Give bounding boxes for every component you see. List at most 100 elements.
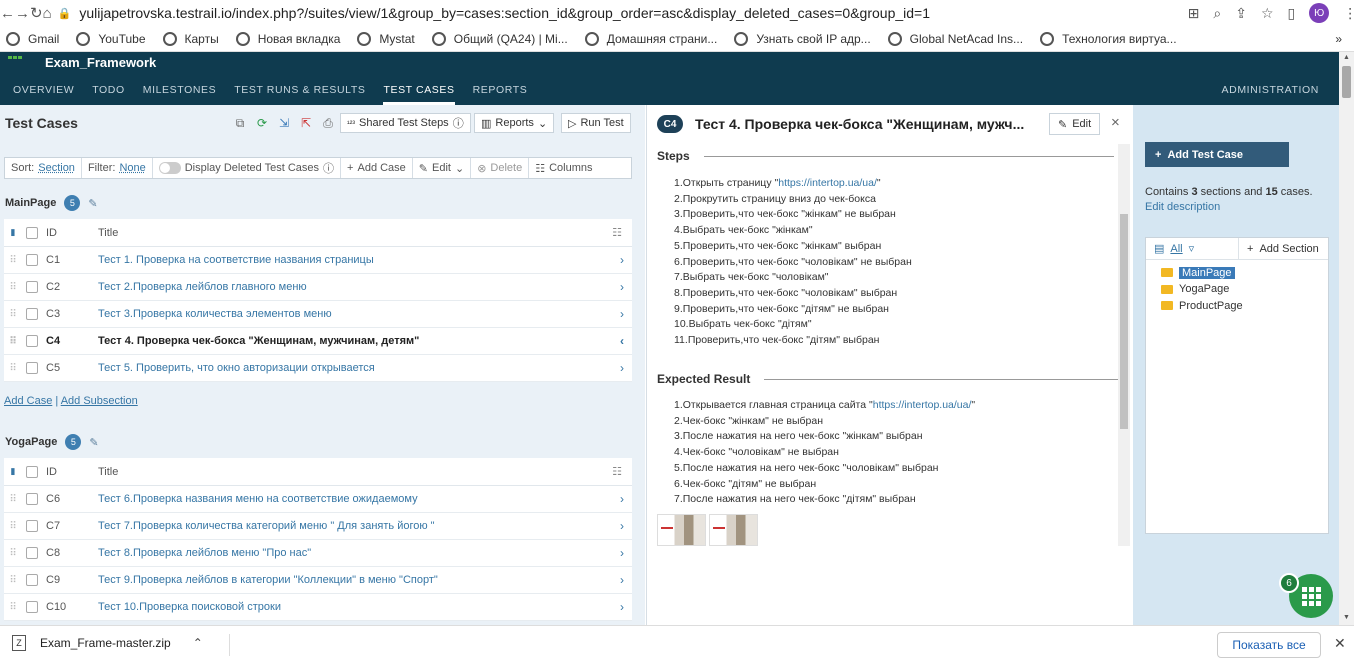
export-icon[interactable]: ⇱ [298, 115, 314, 131]
row-checkbox[interactable] [26, 362, 38, 374]
chevron-right-icon[interactable]: › [620, 253, 624, 267]
reload-icon[interactable]: ↻ [30, 4, 43, 22]
drag-handle-icon[interactable]: ⠿ [4, 336, 22, 347]
table-row[interactable]: ⠿ C2 Тест 2.Проверка лейблов главного меню… [4, 274, 632, 301]
chevron-right-icon[interactable]: › [620, 307, 624, 321]
scroll-up-icon[interactable]: ▲ [1343, 54, 1350, 61]
print-icon[interactable]: ⎙ [320, 115, 336, 131]
drag-handle-icon[interactable]: ⠿ [4, 521, 22, 532]
filter-value[interactable]: None [119, 162, 145, 174]
chevron-right-icon[interactable]: › [620, 600, 624, 614]
case-title-link[interactable]: Тест 2.Проверка лейблов главного меню [98, 281, 632, 293]
drag-handle-icon[interactable]: ⠿ [4, 255, 22, 266]
row-checkbox[interactable] [26, 520, 38, 532]
table-row[interactable]: ⠿ C10 Тест 10.Проверка поисковой строки › [4, 594, 632, 621]
expected-url-link[interactable]: https://intertop.ua/ua/ [873, 399, 972, 411]
drag-handle-icon[interactable]: ⠿ [4, 575, 22, 586]
bookmark-new-tab[interactable]: Новая вкладка [235, 31, 340, 46]
add-case-link[interactable]: Add Case [4, 395, 52, 407]
chevron-up-icon[interactable]: ⌃ [193, 636, 203, 650]
download-file-name[interactable]: Exam_Frame-master.zip [40, 636, 171, 650]
table-row[interactable]: ⠿ C6 Тест 6.Проверка названия меню на соот… [4, 486, 632, 513]
table-row[interactable]: ⠿ C5 Тест 5. Проверить, что окно авторизац… [4, 355, 632, 382]
bookmark-mystat[interactable]: Mystat [357, 31, 415, 46]
columns-config-icon[interactable]: ☷ [612, 465, 622, 478]
reports-button[interactable]: ▥ Reports ⌄ [474, 113, 555, 133]
forward-icon[interactable]: → [15, 5, 30, 22]
bookmark-virtualization[interactable]: Технология виртуа... [1040, 31, 1177, 46]
row-checkbox[interactable] [26, 335, 38, 347]
tree-node-productpage[interactable]: ProductPage [1146, 298, 1328, 314]
table-row[interactable]: ⠿ C1 Тест 1. Проверка на соответствие назв… [4, 247, 632, 274]
edit-description-link[interactable]: Edit description [1145, 201, 1220, 213]
bookmark-maps[interactable]: Карты [162, 31, 219, 46]
case-title-link[interactable]: Тест 10.Проверка поисковой строки [98, 601, 632, 613]
sync-icon[interactable]: ⟳ [254, 115, 270, 131]
case-title-link[interactable]: Тест 1. Проверка на соответствие названи… [98, 254, 632, 266]
address-bar[interactable]: 🔒 yulijapetrovska.testrail.io/index.php?… [58, 2, 1178, 24]
drag-handle-icon[interactable]: ⠿ [4, 363, 22, 374]
table-row[interactable]: ⠿ C3 Тест 3.Проверка количества элементов … [4, 301, 632, 328]
deleted-toggle[interactable] [158, 162, 181, 174]
back-icon[interactable]: ← [0, 5, 15, 22]
tab-overview[interactable]: OVERVIEW [13, 81, 74, 105]
edit-case-button[interactable]: ✎ Edit [1049, 113, 1101, 135]
row-checkbox[interactable] [26, 601, 38, 613]
row-checkbox[interactable] [26, 574, 38, 586]
scroll-down-icon[interactable]: ▼ [1343, 614, 1350, 621]
column-id-header[interactable]: ID [46, 466, 98, 478]
drag-handle-icon[interactable]: ⠿ [4, 494, 22, 505]
bookmark-teams[interactable]: Общий (QA24) | Mi... [431, 31, 568, 46]
sidebar-icon[interactable]: ▯ [1288, 5, 1296, 22]
star-icon[interactable]: ☆ [1261, 5, 1274, 22]
case-title-link[interactable]: Тест 9.Проверка лейблов в категории "Кол… [98, 574, 632, 586]
drag-handle-icon[interactable]: ⠿ [4, 602, 22, 613]
bookmark-netacad[interactable]: Global NetAcad Ins... [887, 31, 1023, 46]
bookmark-ip[interactable]: Узнать свой IP адр... [734, 31, 871, 46]
tab-test-cases[interactable]: TEST CASES [383, 81, 455, 105]
attachment-thumbnail[interactable] [657, 514, 706, 546]
tree-filter-all[interactable]: ▤ All ▿ [1146, 238, 1239, 259]
more-bookmarks-icon[interactable]: » [1335, 32, 1342, 46]
add-subsection-link[interactable]: Add Subsection [61, 395, 138, 407]
import-icon[interactable]: ⇲ [276, 115, 292, 131]
detail-scrollbar[interactable] [1118, 144, 1130, 546]
edit-button[interactable]: ✎ Edit ⌄ [413, 158, 472, 178]
case-title-link[interactable]: Тест 3.Проверка количества элементов мен… [98, 308, 632, 320]
select-all-checkbox[interactable] [26, 465, 38, 478]
drag-handle-icon[interactable]: ⠿ [4, 309, 22, 320]
show-all-downloads-button[interactable]: Показать все [1217, 632, 1321, 658]
chevron-right-icon[interactable]: › [620, 519, 624, 533]
filter-control[interactable]: Filter: None [82, 158, 153, 178]
tab-reports[interactable]: REPORTS [473, 81, 528, 105]
translate-icon[interactable]: ⊞ [1188, 5, 1200, 22]
deleted-toggle-control[interactable]: Display Deleted Test Cases ⓘ [153, 158, 342, 178]
column-title-header[interactable]: Title [98, 227, 118, 239]
row-checkbox[interactable] [26, 254, 38, 266]
close-icon[interactable]: × [1111, 114, 1120, 131]
add-test-case-button[interactable]: + Add Test Case [1145, 142, 1289, 167]
table-row[interactable]: ⠿ C9 Тест 9.Проверка лейблов в категории "… [4, 567, 632, 594]
row-checkbox[interactable] [26, 493, 38, 505]
profile-avatar[interactable]: Ю [1309, 3, 1330, 23]
step-url-link[interactable]: https://intertop.ua/ua/ [778, 177, 877, 189]
page-scrollbar-thumb[interactable] [1342, 66, 1351, 98]
table-row[interactable]: ⠿ C7 Тест 7.Проверка количества категорий … [4, 513, 632, 540]
attachment-thumbnail[interactable] [709, 514, 758, 546]
column-title-header[interactable]: Title [98, 466, 118, 478]
add-case-button[interactable]: + Add Case [341, 158, 413, 178]
row-checkbox[interactable] [26, 281, 38, 293]
close-icon[interactable]: ✕ [1334, 635, 1346, 652]
table-row[interactable]: ⠿ C8 Тест 8.Проверка лейблов меню "Про нас… [4, 540, 632, 567]
chevron-left-icon[interactable]: ‹ [620, 334, 624, 348]
chevron-right-icon[interactable]: › [620, 280, 624, 294]
table-row-selected[interactable]: ⠿ C4 Тест 4. Проверка чек-бокса "Женщинам,… [4, 328, 632, 355]
drag-handle-icon[interactable]: ⠿ [4, 282, 22, 293]
bookmark-youtube[interactable]: YouTube [76, 31, 146, 46]
select-all-handle-icon[interactable]: ▮ [4, 227, 22, 238]
delete-button[interactable]: ⊗ Delete [471, 158, 530, 178]
chevron-right-icon[interactable]: › [620, 492, 624, 506]
column-id-header[interactable]: ID [46, 227, 98, 239]
share-icon[interactable]: ⇪ [1235, 5, 1247, 22]
tree-node-mainpage[interactable]: MainPage [1146, 265, 1328, 281]
